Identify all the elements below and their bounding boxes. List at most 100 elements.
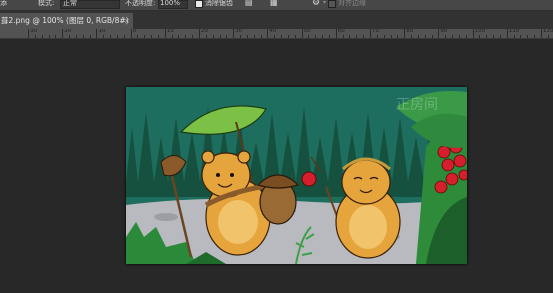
ruler-minor-tick: [417, 35, 419, 38]
ruler-major-tick: [301, 29, 303, 38]
ruler-minor-tick: [376, 35, 378, 38]
close-icon[interactable]: ×: [124, 13, 130, 29]
ruler-minor-tick: [287, 35, 289, 38]
ruler-minor-tick: [185, 35, 187, 38]
ruler-major-tick: [438, 29, 440, 38]
preset-label: 添: [0, 0, 7, 7]
ruler-minor-tick: [137, 35, 139, 38]
ruler-label: 120: [543, 29, 553, 34]
ruler-major-tick: [404, 29, 406, 38]
ruler-minor-tick: [349, 35, 351, 38]
ruler-major-tick: [472, 29, 474, 38]
ruler-minor-tick: [281, 35, 283, 38]
ruler-minor-tick: [342, 35, 344, 38]
mode-label: 模式:: [38, 0, 55, 7]
horizontal-ruler[interactable]: 30 20 10 0 10 20 30 40 50 60 70 80 90 100 110 120: [0, 29, 553, 39]
ruler-label: 10: [98, 29, 106, 34]
ruler-minor-tick: [116, 35, 118, 38]
ruler-minor-tick: [322, 35, 324, 38]
ruler-minor-tick: [171, 35, 173, 38]
ruler-minor-tick: [240, 35, 242, 38]
ruler-major-tick: [370, 29, 371, 38]
ruler-minor-tick: [144, 35, 146, 38]
align-edges-checkbox[interactable]: [328, 0, 336, 8]
ruler-minor-tick: [356, 35, 358, 38]
ruler-label: 20: [201, 29, 208, 34]
ruler-minor-tick: [69, 35, 71, 38]
ruler-label: 70: [372, 29, 379, 34]
ruler-minor-tick: [55, 35, 57, 38]
ruler-minor-tick: [445, 35, 447, 38]
ruler-minor-tick: [205, 35, 207, 38]
ruler-minor-tick: [363, 35, 365, 38]
ruler-minor-tick: [294, 35, 296, 38]
ruler-major-tick: [96, 29, 98, 38]
ruler-minor-tick: [89, 35, 91, 38]
ruler-minor-tick: [308, 35, 310, 38]
ruler-minor-tick: [424, 35, 426, 38]
ruler-minor-tick: [151, 35, 153, 38]
ruler-minor-tick: [397, 35, 399, 38]
ruler-minor-tick: [178, 35, 180, 38]
ruler-minor-tick: [82, 35, 84, 38]
chevron-down-icon[interactable]: ▾: [323, 0, 326, 8]
document-tab[interactable]: 葺2.png @ 100% (图层 0, RGB/8#) ×: [0, 13, 133, 29]
ruler-minor-tick: [411, 35, 413, 38]
ruler-major-tick: [130, 29, 132, 38]
ruler-minor-tick: [110, 35, 112, 38]
ruler-label: 80: [406, 29, 414, 34]
align-left-icon[interactable]: ▤: [245, 0, 253, 8]
ruler-minor-tick: [328, 35, 330, 38]
ruler-major-tick: [506, 29, 508, 38]
artwork-illustration: 正房间: [126, 87, 467, 264]
ruler-major-tick: [233, 29, 235, 38]
mode-select-value: 正常: [63, 0, 77, 7]
document-tab-title: 葺2.png @ 100% (图层 0, RGB/8#): [1, 16, 129, 25]
ruler-label: 0: [132, 29, 137, 34]
ruler-minor-tick: [534, 35, 536, 38]
options-bar: 添 模式: 正常 不透明度: 100% 消除锯齿 ▤ ▦ ⚙ ▾ 对齐边缘: [0, 0, 553, 11]
ruler-label: 50: [303, 29, 311, 34]
antialias-label: 消除锯齿: [205, 0, 233, 7]
ruler-minor-tick: [383, 35, 385, 38]
antialias-checkbox[interactable]: [195, 0, 203, 8]
ruler-major-tick: [541, 29, 542, 38]
ruler-minor-tick: [479, 35, 481, 38]
ruler-label: 30: [235, 29, 243, 34]
ruler-minor-tick: [103, 35, 105, 38]
ruler-major-tick: [335, 29, 337, 38]
ruler-minor-tick: [48, 35, 50, 38]
ruler-minor-tick: [212, 35, 214, 38]
ruler-minor-tick: [75, 35, 77, 38]
opacity-value: 100%: [160, 0, 181, 7]
watermark-text: 正房间: [396, 97, 438, 113]
ruler-minor-tick: [260, 35, 262, 38]
ruler-major-tick: [164, 29, 166, 38]
gear-icon[interactable]: ⚙: [312, 0, 320, 8]
ruler-minor-tick: [219, 35, 221, 38]
ruler-minor-tick: [253, 35, 255, 38]
ruler-minor-tick: [513, 35, 515, 38]
ruler-major-tick: [28, 29, 29, 38]
ruler-minor-tick: [34, 35, 36, 38]
ruler-minor-tick: [452, 35, 454, 38]
align-center-icon[interactable]: ▦: [270, 0, 278, 8]
ruler-label: 30: [30, 29, 37, 34]
ruler-major-tick: [62, 29, 64, 38]
ruler-minor-tick: [486, 35, 488, 38]
ruler-minor-tick: [520, 35, 522, 38]
ruler-label: 40: [269, 29, 277, 34]
ruler-minor-tick: [499, 35, 501, 38]
ruler-minor-tick: [547, 35, 549, 38]
document-canvas[interactable]: 正房间: [126, 87, 467, 264]
align-edges-label: 对齐边缘: [338, 0, 366, 7]
ruler-minor-tick: [465, 35, 467, 38]
ruler-label: 110: [508, 29, 520, 34]
ruler-minor-tick: [192, 35, 194, 38]
document-tab-bar: 葺2.png @ 100% (图层 0, RGB/8#) ×: [0, 11, 553, 29]
ruler-label: 10: [166, 29, 174, 34]
ruler-label: 100: [474, 29, 486, 34]
ruler-minor-tick: [315, 35, 317, 38]
ruler-minor-tick: [274, 35, 276, 38]
ruler-minor-tick: [458, 35, 460, 38]
